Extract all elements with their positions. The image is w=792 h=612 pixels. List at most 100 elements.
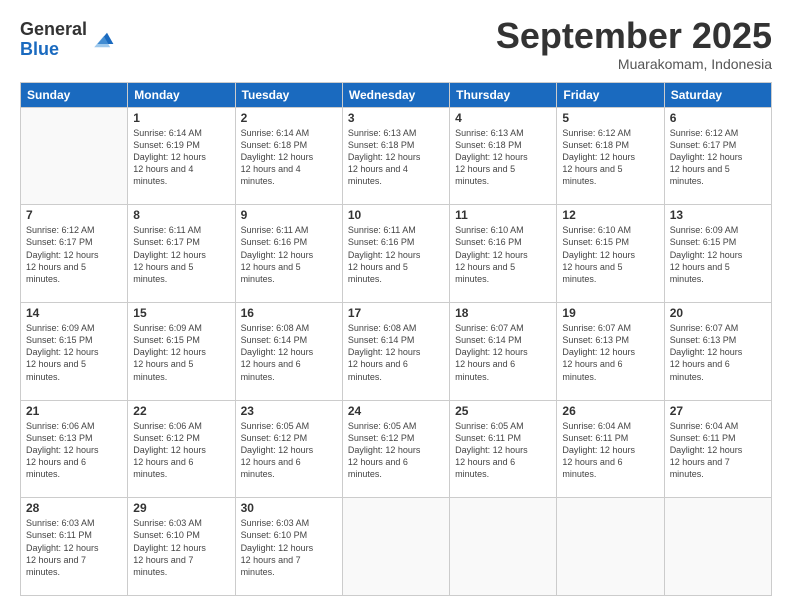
day-number: 15 (133, 306, 229, 320)
calendar-cell: 26 Sunrise: 6:04 AMSunset: 6:11 PMDayligh… (557, 400, 664, 498)
day-number: 2 (241, 111, 337, 125)
day-number: 3 (348, 111, 444, 125)
calendar-cell: 24Sunrise: 6:05 AMSunset: 6:12 PMDayligh… (342, 400, 449, 498)
col-thursday: Thursday (450, 82, 557, 107)
day-number: 5 (562, 111, 658, 125)
calendar-table: Sunday Monday Tuesday Wednesday Thursday… (20, 82, 772, 596)
calendar-cell: 8 Sunrise: 6:11 AMSunset: 6:17 PMDaylight… (128, 205, 235, 303)
calendar-cell: 27 Sunrise: 6:04 AMSunset: 6:11 PMDayligh… (664, 400, 771, 498)
calendar-cell: 13 Sunrise: 6:09 AMSunset: 6:15 PMDayligh… (664, 205, 771, 303)
calendar-cell: 23 Sunrise: 6:05 AMSunset: 6:12 PMDayligh… (235, 400, 342, 498)
day-info: Sunrise: 6:04 AMSunset: 6:11 PMDaylight:… (562, 420, 658, 481)
calendar-body: 1 Sunrise: 6:14 AMSunset: 6:19 PMDaylight… (21, 107, 772, 595)
calendar-cell: 14 Sunrise: 6:09 AMSunset: 6:15 PMDayligh… (21, 302, 128, 400)
day-number: 19 (562, 306, 658, 320)
day-number: 22 (133, 404, 229, 418)
day-number: 12 (562, 208, 658, 222)
day-number: 17 (348, 306, 444, 320)
col-wednesday: Wednesday (342, 82, 449, 107)
day-number: 11 (455, 208, 551, 222)
day-info: Sunrise: 6:08 AMSunset: 6:14 PMDaylight:… (241, 322, 337, 383)
day-info: Sunrise: 6:04 AMSunset: 6:11 PMDaylight:… (670, 420, 766, 481)
calendar-week-1: 1 Sunrise: 6:14 AMSunset: 6:19 PMDaylight… (21, 107, 772, 205)
calendar-week-4: 21 Sunrise: 6:06 AMSunset: 6:13 PMDayligh… (21, 400, 772, 498)
day-number: 4 (455, 111, 551, 125)
day-info: Sunrise: 6:13 AMSunset: 6:18 PMDaylight:… (455, 127, 551, 188)
day-number: 28 (26, 501, 122, 515)
logo: General Blue (20, 20, 115, 60)
day-number: 8 (133, 208, 229, 222)
calendar-cell (342, 498, 449, 596)
col-saturday: Saturday (664, 82, 771, 107)
day-info: Sunrise: 6:09 AMSunset: 6:15 PMDaylight:… (26, 322, 122, 383)
logo-blue: Blue (20, 40, 87, 60)
day-info: Sunrise: 6:09 AMSunset: 6:15 PMDaylight:… (133, 322, 229, 383)
calendar-cell (664, 498, 771, 596)
subtitle: Muarakomam, Indonesia (496, 56, 772, 72)
day-info: Sunrise: 6:07 AMSunset: 6:13 PMDaylight:… (670, 322, 766, 383)
day-number: 20 (670, 306, 766, 320)
day-number: 7 (26, 208, 122, 222)
calendar-cell: 30Sunrise: 6:03 AMSunset: 6:10 PMDayligh… (235, 498, 342, 596)
logo-general: General (20, 20, 87, 40)
day-number: 9 (241, 208, 337, 222)
day-info: Sunrise: 6:03 AMSunset: 6:10 PMDaylight:… (133, 517, 229, 578)
calendar-cell: 25 Sunrise: 6:05 AMSunset: 6:11 PMDayligh… (450, 400, 557, 498)
day-number: 26 (562, 404, 658, 418)
page: General Blue September 2025 Muarakomam, … (0, 0, 792, 612)
logo-icon (91, 28, 115, 52)
day-number: 27 (670, 404, 766, 418)
header: General Blue September 2025 Muarakomam, … (20, 16, 772, 72)
calendar-cell: 20 Sunrise: 6:07 AMSunset: 6:13 PMDayligh… (664, 302, 771, 400)
title-block: September 2025 Muarakomam, Indonesia (496, 16, 772, 72)
calendar-week-3: 14 Sunrise: 6:09 AMSunset: 6:15 PMDayligh… (21, 302, 772, 400)
calendar-cell: 7Sunrise: 6:12 AMSunset: 6:17 PMDaylight… (21, 205, 128, 303)
day-info: Sunrise: 6:14 AMSunset: 6:18 PMDaylight:… (241, 127, 337, 188)
col-tuesday: Tuesday (235, 82, 342, 107)
day-number: 13 (670, 208, 766, 222)
day-info: Sunrise: 6:05 AMSunset: 6:12 PMDaylight:… (241, 420, 337, 481)
day-info: Sunrise: 6:06 AMSunset: 6:12 PMDaylight:… (133, 420, 229, 481)
calendar-cell: 10Sunrise: 6:11 AMSunset: 6:16 PMDayligh… (342, 205, 449, 303)
day-number: 24 (348, 404, 444, 418)
day-info: Sunrise: 6:06 AMSunset: 6:13 PMDaylight:… (26, 420, 122, 481)
calendar-cell: 29 Sunrise: 6:03 AMSunset: 6:10 PMDayligh… (128, 498, 235, 596)
col-friday: Friday (557, 82, 664, 107)
day-number: 23 (241, 404, 337, 418)
calendar-cell: 18Sunrise: 6:07 AMSunset: 6:14 PMDayligh… (450, 302, 557, 400)
col-monday: Monday (128, 82, 235, 107)
day-info: Sunrise: 6:09 AMSunset: 6:15 PMDaylight:… (670, 224, 766, 285)
calendar-cell: 15 Sunrise: 6:09 AMSunset: 6:15 PMDayligh… (128, 302, 235, 400)
day-info: Sunrise: 6:05 AMSunset: 6:11 PMDaylight:… (455, 420, 551, 481)
day-number: 18 (455, 306, 551, 320)
day-info: Sunrise: 6:07 AMSunset: 6:13 PMDaylight:… (562, 322, 658, 383)
calendar-cell (450, 498, 557, 596)
day-info: Sunrise: 6:13 AMSunset: 6:18 PMDaylight:… (348, 127, 444, 188)
calendar-cell: 28 Sunrise: 6:03 AMSunset: 6:11 PMDayligh… (21, 498, 128, 596)
calendar-cell: 1 Sunrise: 6:14 AMSunset: 6:19 PMDaylight… (128, 107, 235, 205)
logo-text: General Blue (20, 20, 87, 60)
month-title: September 2025 (496, 16, 772, 56)
day-info: Sunrise: 6:03 AMSunset: 6:11 PMDaylight:… (26, 517, 122, 578)
day-number: 29 (133, 501, 229, 515)
day-info: Sunrise: 6:12 AMSunset: 6:18 PMDaylight:… (562, 127, 658, 188)
day-number: 21 (26, 404, 122, 418)
calendar-cell: 4 Sunrise: 6:13 AMSunset: 6:18 PMDaylight… (450, 107, 557, 205)
day-number: 14 (26, 306, 122, 320)
calendar-cell: 9Sunrise: 6:11 AMSunset: 6:16 PMDaylight… (235, 205, 342, 303)
day-number: 1 (133, 111, 229, 125)
calendar-cell: 11 Sunrise: 6:10 AMSunset: 6:16 PMDayligh… (450, 205, 557, 303)
day-info: Sunrise: 6:11 AMSunset: 6:16 PMDaylight:… (348, 224, 444, 285)
day-info: Sunrise: 6:12 AMSunset: 6:17 PMDaylight:… (670, 127, 766, 188)
day-info: Sunrise: 6:14 AMSunset: 6:19 PMDaylight:… (133, 127, 229, 188)
calendar-cell: 16 Sunrise: 6:08 AMSunset: 6:14 PMDayligh… (235, 302, 342, 400)
calendar-cell: 12Sunrise: 6:10 AMSunset: 6:15 PMDayligh… (557, 205, 664, 303)
day-number: 25 (455, 404, 551, 418)
calendar-week-5: 28 Sunrise: 6:03 AMSunset: 6:11 PMDayligh… (21, 498, 772, 596)
calendar-cell: 17Sunrise: 6:08 AMSunset: 6:14 PMDayligh… (342, 302, 449, 400)
day-info: Sunrise: 6:11 AMSunset: 6:17 PMDaylight:… (133, 224, 229, 285)
day-number: 16 (241, 306, 337, 320)
day-number: 6 (670, 111, 766, 125)
day-info: Sunrise: 6:10 AMSunset: 6:16 PMDaylight:… (455, 224, 551, 285)
calendar-cell: 2 Sunrise: 6:14 AMSunset: 6:18 PMDaylight… (235, 107, 342, 205)
